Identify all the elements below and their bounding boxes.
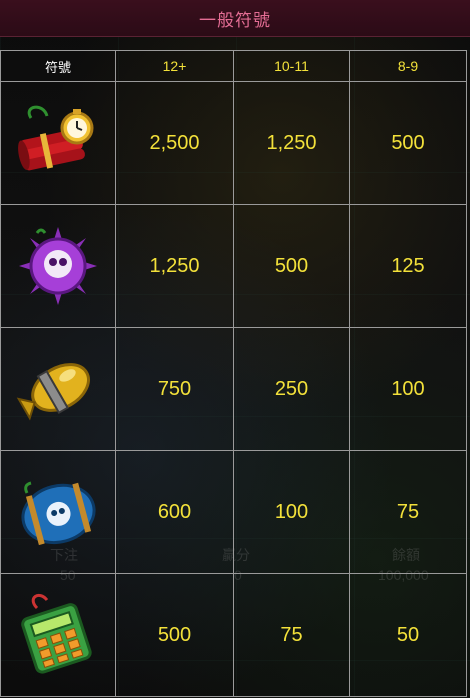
table-row: 600 100 75 [0,450,467,574]
payout-cell: 500 [349,81,467,205]
blue-skull-barrel-icon [13,467,103,557]
purple-skull-mine-icon [13,221,103,311]
payout-cell: 1,250 [233,81,350,205]
paytable: 符號 12+ 10-11 8-9 2,500 1,250 500 1,250 5… [0,50,467,697]
col-header-10-11: 10-11 [233,50,350,82]
table-row: 500 75 50 [0,573,467,697]
payout-cell: 600 [115,450,234,574]
payout-cell: 2,500 [115,81,234,205]
payout-cell: 250 [233,327,350,451]
payout-cell: 500 [115,573,234,697]
green-detonator-icon [13,590,103,680]
payout-cell: 50 [349,573,467,697]
gold-bomb-icon [13,344,103,434]
dynamite-bundle-icon [13,98,103,188]
col-header-12plus: 12+ [115,50,234,82]
col-header-8-9: 8-9 [349,50,467,82]
symbol-cell [0,204,116,328]
symbol-cell [0,450,116,574]
table-row: 750 250 100 [0,327,467,451]
payout-cell: 75 [349,450,467,574]
symbol-cell [0,573,116,697]
col-header-symbol: 符號 [0,50,116,82]
payout-cell: 100 [349,327,467,451]
payout-cell: 75 [233,573,350,697]
paytable-header: 一般符號 [0,0,470,37]
payout-cell: 125 [349,204,467,328]
symbol-cell [0,327,116,451]
page-title: 一般符號 [199,10,271,31]
paytable-header-row: 符號 12+ 10-11 8-9 [0,50,467,82]
payout-cell: 100 [233,450,350,574]
payout-cell: 750 [115,327,234,451]
payout-cell: 500 [233,204,350,328]
table-row: 1,250 500 125 [0,204,467,328]
symbol-cell [0,81,116,205]
payout-cell: 1,250 [115,204,234,328]
table-row: 2,500 1,250 500 [0,81,467,205]
